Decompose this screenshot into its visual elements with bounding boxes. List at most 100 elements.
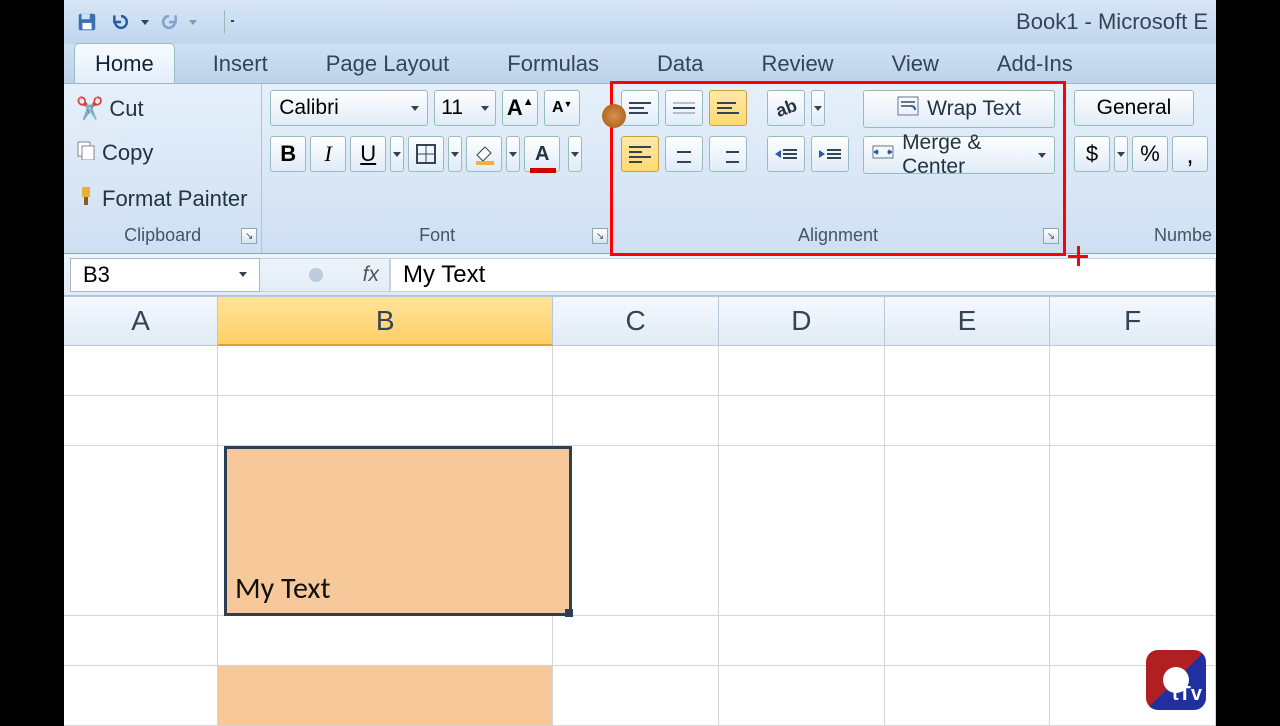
fx-area: fx	[260, 258, 390, 292]
fill-handle[interactable]	[565, 609, 573, 617]
cell-d3[interactable]	[719, 446, 885, 616]
row-5	[64, 666, 1216, 726]
save-button[interactable]	[72, 7, 102, 37]
borders-dropdown[interactable]	[448, 136, 462, 172]
col-header-c[interactable]: C	[553, 296, 719, 346]
ribbon: ✂️ Cut Copy Format Painter	[64, 84, 1216, 254]
shrink-font-button[interactable]: A▼	[544, 90, 580, 126]
undo-dropdown[interactable]	[140, 20, 150, 25]
align-middle-button[interactable]	[665, 90, 703, 126]
cell-f1[interactable]	[1050, 346, 1216, 396]
col-header-d[interactable]: D	[719, 296, 885, 346]
merge-center-button[interactable]: Merge & Center	[863, 136, 1055, 174]
percent-button[interactable]: %	[1132, 136, 1168, 172]
underline-dropdown[interactable]	[390, 136, 404, 172]
cell-a4[interactable]	[64, 616, 218, 666]
redo-dropdown[interactable]	[188, 20, 198, 25]
name-box[interactable]: B3	[70, 258, 260, 292]
font-color-button[interactable]: A	[524, 136, 560, 172]
group-number: General $ % , Numbe	[1066, 84, 1216, 253]
fx-icon[interactable]: fx	[363, 263, 379, 287]
cell-b5[interactable]	[218, 666, 553, 726]
col-header-f[interactable]: F	[1050, 296, 1216, 346]
column-headers: A B C D E F	[64, 296, 1216, 346]
cell-e2[interactable]	[885, 396, 1051, 446]
quick-access-toolbar	[64, 7, 234, 37]
cell-f2[interactable]	[1050, 396, 1216, 446]
cell-e4[interactable]	[885, 616, 1051, 666]
align-bottom-button[interactable]	[709, 90, 747, 126]
tab-insert[interactable]: Insert	[193, 44, 288, 83]
orientation-button[interactable]: ab	[767, 90, 805, 126]
font-color-dropdown[interactable]	[568, 136, 582, 172]
comma-button[interactable]: ,	[1172, 136, 1208, 172]
row-4	[64, 616, 1216, 666]
tab-review[interactable]: Review	[741, 44, 853, 83]
cell-c1[interactable]	[553, 346, 719, 396]
tab-formulas[interactable]: Formulas	[487, 44, 619, 83]
tab-home[interactable]: Home	[74, 43, 175, 83]
increase-indent-button[interactable]	[811, 136, 849, 172]
tab-page-layout[interactable]: Page Layout	[306, 44, 470, 83]
cell-a3[interactable]	[64, 446, 218, 616]
tab-addins[interactable]: Add-Ins	[977, 44, 1093, 83]
cell-d1[interactable]	[719, 346, 885, 396]
align-right-button[interactable]	[709, 136, 747, 172]
cell-e3[interactable]	[885, 446, 1051, 616]
accounting-dropdown[interactable]	[1114, 136, 1128, 172]
active-cell[interactable]: My Text	[224, 446, 572, 616]
italic-button[interactable]: I	[310, 136, 346, 172]
cell-a1[interactable]	[64, 346, 218, 396]
font-dialog-launcher[interactable]: ↘	[592, 228, 608, 244]
copy-button[interactable]: Copy	[72, 138, 252, 168]
cell-b1[interactable]	[218, 346, 553, 396]
align-top-button[interactable]	[621, 90, 659, 126]
cell-c3[interactable]	[553, 446, 719, 616]
qat-customize-dropdown[interactable]	[224, 10, 234, 34]
orientation-dropdown[interactable]	[811, 90, 825, 126]
wrap-text-button[interactable]: Wrap Text	[863, 90, 1055, 128]
col-header-b[interactable]: B	[218, 296, 553, 346]
cell-c5[interactable]	[553, 666, 719, 726]
align-center-button[interactable]	[665, 136, 703, 172]
formula-input[interactable]: My Text	[390, 258, 1216, 292]
bold-button[interactable]: B	[270, 136, 306, 172]
cell-a5[interactable]	[64, 666, 218, 726]
font-name-combo[interactable]: Calibri	[270, 90, 428, 126]
alignment-dialog-launcher[interactable]: ↘	[1043, 228, 1059, 244]
tab-view[interactable]: View	[872, 44, 959, 83]
group-label-font: Font ↘	[262, 225, 612, 253]
clipboard-dialog-launcher[interactable]: ↘	[241, 228, 257, 244]
cell-f3[interactable]	[1050, 446, 1216, 616]
underline-button[interactable]: U	[350, 136, 386, 172]
window-title: Book1 - Microsoft E	[1016, 9, 1208, 35]
undo-button[interactable]	[106, 7, 136, 37]
worksheet-grid[interactable]: A B C D E F	[64, 296, 1216, 726]
fill-color-dropdown[interactable]	[506, 136, 520, 172]
cell-d5[interactable]	[719, 666, 885, 726]
col-header-a[interactable]: A	[64, 296, 218, 346]
redo-button[interactable]	[154, 7, 184, 37]
cell-b4[interactable]	[218, 616, 553, 666]
tab-data[interactable]: Data	[637, 44, 723, 83]
cell-e1[interactable]	[885, 346, 1051, 396]
number-format-combo[interactable]: General	[1074, 90, 1194, 126]
font-size-combo[interactable]: 11	[434, 90, 496, 126]
group-label-clipboard: Clipboard ↘	[64, 225, 261, 253]
cell-b2[interactable]	[218, 396, 553, 446]
format-painter-button[interactable]: Format Painter	[72, 183, 252, 215]
align-left-button[interactable]	[621, 136, 659, 172]
cell-c2[interactable]	[553, 396, 719, 446]
cell-d2[interactable]	[719, 396, 885, 446]
cell-c4[interactable]	[553, 616, 719, 666]
borders-button[interactable]	[408, 136, 444, 172]
col-header-e[interactable]: E	[885, 296, 1051, 346]
cut-button[interactable]: ✂️ Cut	[72, 94, 252, 124]
decrease-indent-button[interactable]	[767, 136, 805, 172]
accounting-format-button[interactable]: $	[1074, 136, 1110, 172]
cell-e5[interactable]	[885, 666, 1051, 726]
cell-d4[interactable]	[719, 616, 885, 666]
grow-font-button[interactable]: A▲	[502, 90, 538, 126]
fill-color-button[interactable]	[466, 136, 502, 172]
cell-a2[interactable]	[64, 396, 218, 446]
